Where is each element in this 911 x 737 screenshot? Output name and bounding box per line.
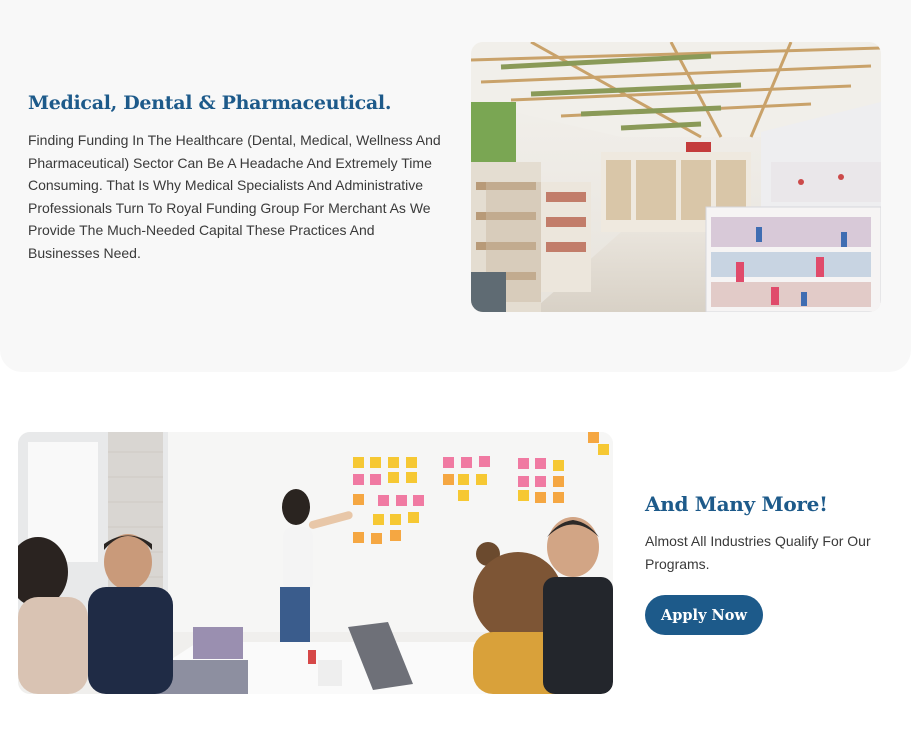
pharmacy-photo [471,42,881,312]
medical-section-description: Finding Funding In The Healthcare (Denta… [28,132,441,261]
office-meeting-photo [18,432,613,694]
medical-section-title: Medical, Dental & Pharmaceutical. [28,92,392,114]
more-industries-title: And Many More! [645,492,828,516]
apply-now-button[interactable]: Apply Now [645,595,763,635]
more-industries-description: Almost All Industries Qualify For Our Pr… [645,533,871,572]
